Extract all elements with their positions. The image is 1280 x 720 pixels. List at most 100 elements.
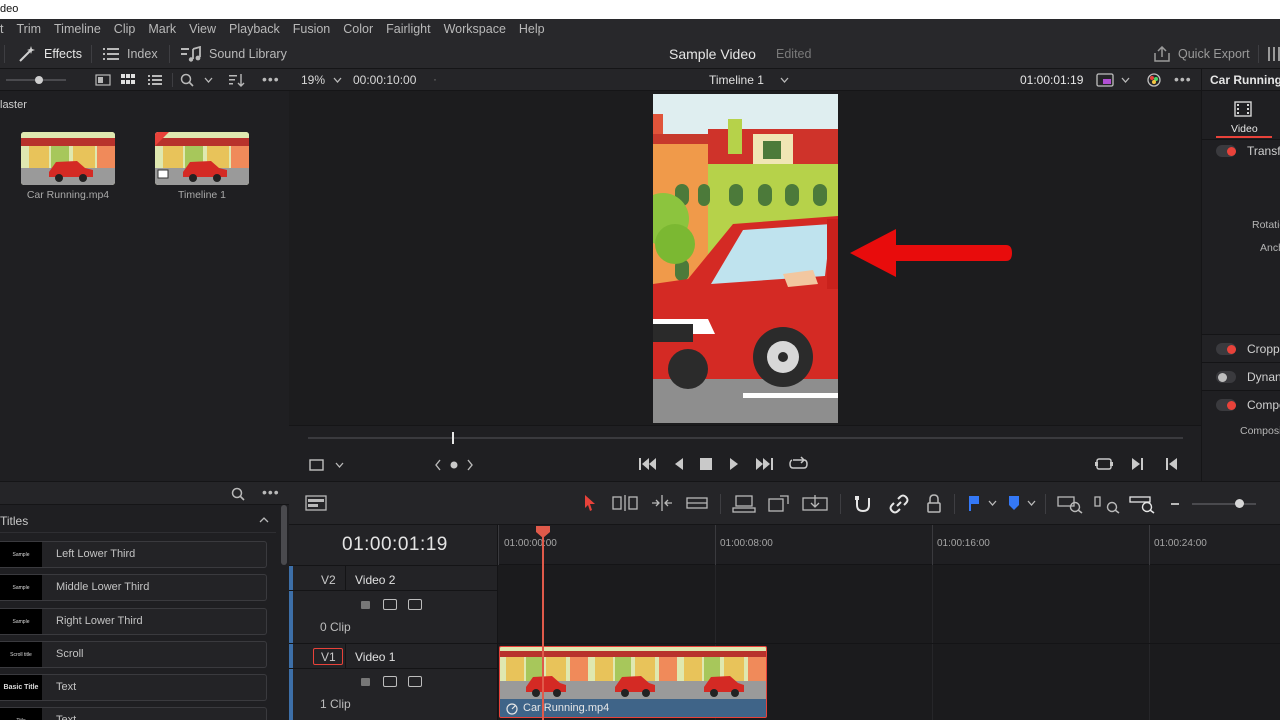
lock-icon[interactable] [361, 601, 370, 609]
track-header-v1[interactable]: V1 Video 1 1 Clip [289, 643, 498, 720]
track-id[interactable]: V2 [321, 573, 336, 587]
position-lock-icon[interactable] [926, 494, 942, 514]
linked-selection-icon[interactable] [889, 494, 909, 514]
settings-icon[interactable] [1268, 47, 1280, 61]
display-mode-icon[interactable] [1096, 73, 1114, 87]
slider-handle[interactable] [35, 76, 43, 84]
color-sync-icon[interactable] [1146, 72, 1162, 88]
scrub-bar[interactable] [308, 437, 1183, 439]
marker-icon[interactable] [1008, 495, 1020, 511]
jog-control-icon[interactable] [435, 459, 473, 471]
match-frame-icon[interactable] [1095, 457, 1113, 471]
transform-toggle[interactable] [1216, 145, 1236, 157]
track-name[interactable]: Video 2 [355, 573, 395, 587]
selection-tool-icon[interactable] [583, 494, 597, 512]
effect-item-left-lower-third[interactable]: Sample Left Lower Third [0, 541, 267, 568]
stop-icon[interactable] [700, 458, 712, 470]
menu-item-file[interactable]: t [0, 22, 3, 36]
search-icon[interactable] [180, 73, 194, 87]
next-clip-icon[interactable] [1131, 457, 1144, 471]
menu-item-fusion[interactable]: Fusion [293, 22, 331, 36]
auto-select-icon[interactable] [383, 599, 397, 610]
effect-item-middle-lower-third[interactable]: Sample Middle Lower Third [0, 574, 267, 601]
menu-item-trim[interactable]: Trim [16, 22, 41, 36]
dynamic-trim-icon[interactable] [650, 494, 674, 512]
replace-clip-icon[interactable] [802, 494, 828, 514]
chevron-down-icon[interactable] [335, 462, 344, 468]
play-reverse-icon[interactable] [673, 457, 684, 471]
inspector-section-composite[interactable]: Compo Composi [1202, 390, 1280, 470]
index-button[interactable]: Index [102, 39, 158, 69]
menu-item-workspace[interactable]: Workspace [444, 22, 506, 36]
inspector-section-cropping[interactable]: Cropp [1202, 334, 1280, 362]
menu-item-playback[interactable]: Playback [229, 22, 280, 36]
viewer-canvas[interactable] [289, 91, 1201, 425]
insert-clip-icon[interactable] [732, 494, 756, 514]
playhead-line[interactable] [542, 535, 544, 720]
effect-item-scroll[interactable]: Scroll title Scroll [0, 641, 267, 668]
zoom-detail-icon[interactable] [1094, 494, 1120, 514]
category-header-titles[interactable]: Titles [0, 507, 276, 533]
blade-tool-icon[interactable] [686, 494, 708, 512]
chevron-down-icon[interactable] [780, 77, 789, 83]
search-icon[interactable] [231, 487, 245, 501]
grid-view-icon[interactable] [121, 73, 135, 87]
go-to-start-icon[interactable] [638, 457, 657, 471]
destination-track-indicator[interactable]: V1 [313, 648, 343, 665]
viewer-timeline-name[interactable]: Timeline 1 [709, 73, 764, 87]
track-disable-icon[interactable] [408, 599, 422, 610]
chevron-down-icon[interactable] [988, 500, 997, 506]
lock-icon[interactable] [361, 678, 370, 686]
tab-video[interactable]: Video [1231, 123, 1258, 135]
effect-item-text-plus[interactable]: Title Text [0, 707, 267, 720]
zoom-slider-handle[interactable] [1235, 499, 1244, 508]
menu-item-mark[interactable]: Mark [148, 22, 176, 36]
scrollbar-thumb[interactable] [281, 505, 287, 565]
metadata-view-icon[interactable] [95, 74, 111, 86]
media-thumbnail-timeline-1[interactable] [155, 132, 249, 185]
menu-item-clip[interactable]: Clip [114, 22, 136, 36]
effect-item-right-lower-third[interactable]: Sample Right Lower Third [0, 608, 267, 635]
trim-tool-icon[interactable] [612, 494, 638, 512]
menu-item-fairlight[interactable]: Fairlight [386, 22, 430, 36]
more-options-icon[interactable]: ••• [1174, 71, 1192, 87]
more-options-icon[interactable]: ••• [262, 71, 280, 87]
track-name[interactable]: Video 1 [355, 650, 395, 664]
timeline-clip-car-running[interactable]: Car Running.mp4 [499, 646, 767, 718]
zoom-out-icon[interactable] [1171, 503, 1179, 505]
sound-library-button[interactable]: Sound Library [180, 39, 287, 69]
chevron-down-icon[interactable] [204, 77, 213, 83]
timeline-view-options-icon[interactable] [305, 495, 327, 511]
effect-item-text[interactable]: Basic Title Text [0, 674, 267, 701]
flag-icon[interactable] [968, 495, 980, 511]
chevron-down-icon[interactable] [1027, 500, 1036, 506]
previous-clip-icon[interactable] [1165, 457, 1178, 471]
timeline-zoom-slider[interactable] [1192, 503, 1256, 505]
quick-export-button[interactable]: Quick Export [1153, 39, 1250, 69]
go-to-end-icon[interactable] [755, 457, 774, 471]
snapping-icon[interactable] [853, 494, 873, 514]
scrub-handle[interactable] [451, 432, 454, 444]
video-frame[interactable] [653, 94, 838, 423]
zoom-level[interactable]: 19% [301, 73, 325, 87]
chevron-up-icon[interactable] [259, 517, 269, 523]
menu-item-timeline[interactable]: Timeline [54, 22, 101, 36]
auto-select-icon[interactable] [383, 676, 397, 687]
chevron-down-icon[interactable] [1121, 77, 1130, 83]
more-options-icon[interactable]: ••• [262, 484, 280, 500]
inspector-section-dynamic-zoom[interactable]: Dynan [1202, 362, 1280, 390]
timeline-ruler[interactable]: 01:00:00:00 01:00:08:00 01:00:16:00 01:0… [498, 525, 1280, 565]
overwrite-clip-icon[interactable] [768, 494, 790, 514]
cropping-toggle[interactable] [1216, 343, 1236, 355]
viewer-size-icon[interactable] [309, 458, 325, 472]
video-tab-icon[interactable] [1234, 101, 1252, 117]
zoom-full-icon[interactable] [1057, 494, 1083, 514]
track-header-v2[interactable]: V2 Video 2 0 Clip [289, 565, 498, 644]
timeline-tracks[interactable]: 01:00:00:00 01:00:08:00 01:00:16:00 01:0… [498, 525, 1280, 720]
composite-toggle[interactable] [1216, 399, 1236, 411]
menu-item-help[interactable]: Help [519, 22, 545, 36]
menu-item-view[interactable]: View [189, 22, 216, 36]
chevron-down-icon[interactable] [333, 77, 342, 83]
menu-item-color[interactable]: Color [343, 22, 373, 36]
track-disable-icon[interactable] [408, 676, 422, 687]
